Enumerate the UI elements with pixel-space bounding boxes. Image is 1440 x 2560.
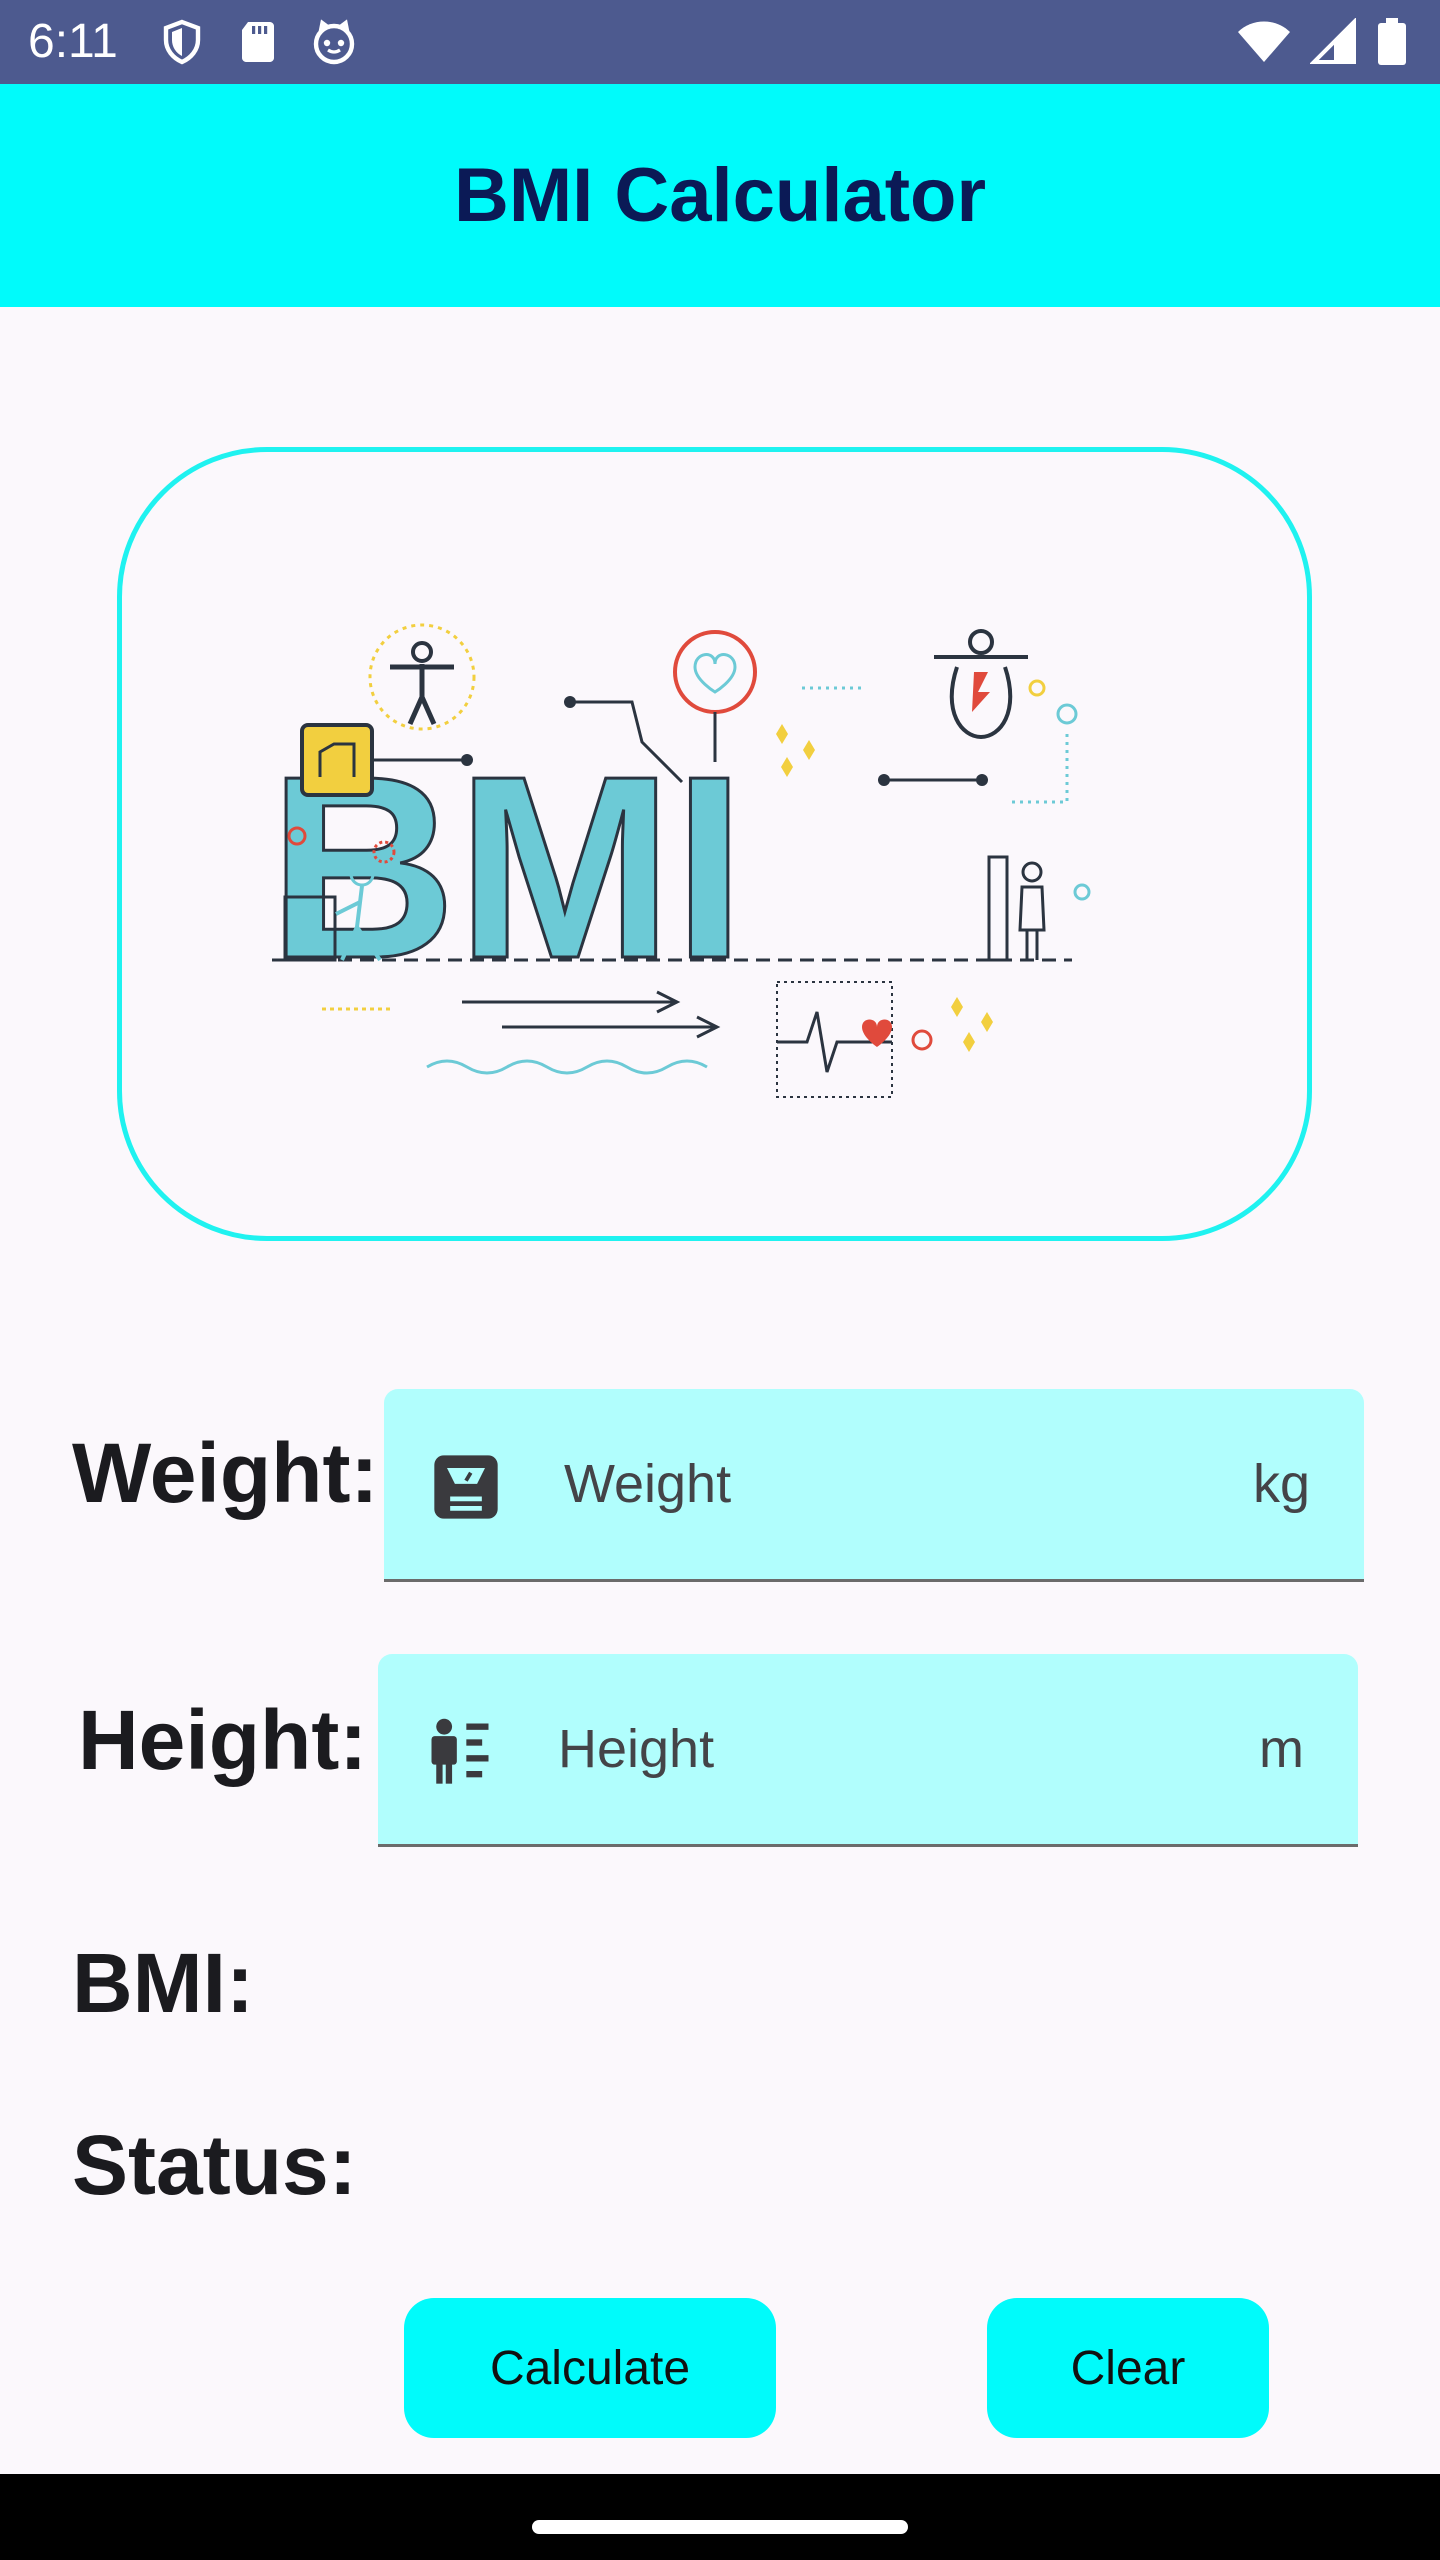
weight-unit: kg (1252, 1454, 1310, 1514)
wifi-icon (1238, 21, 1290, 62)
navigation-bar (0, 2474, 1440, 2560)
app-bar: BMI Calculator (0, 84, 1440, 307)
bmi-illustration-icon: BMI (267, 623, 1091, 1098)
scale-icon (434, 1455, 498, 1519)
weight-field[interactable]: kg (384, 1389, 1364, 1582)
battery-icon (1378, 18, 1406, 65)
signal-icon (1310, 18, 1356, 64)
height-measure-icon (431, 1718, 489, 1784)
height-input[interactable] (558, 1654, 1158, 1844)
bmi-result-label: BMI: (72, 1936, 254, 2030)
clear-button[interactable]: Clear (987, 2298, 1269, 2438)
app-title: BMI Calculator (453, 153, 987, 238)
status-icons (1236, 18, 1408, 66)
home-gesture-handle[interactable] (532, 2520, 908, 2534)
sd-card-icon (242, 22, 274, 62)
status-result-label: Status: (72, 2118, 357, 2212)
height-field[interactable]: m (378, 1654, 1358, 1847)
status-bar: 6:11 (0, 0, 1440, 84)
height-unit: m (1259, 1719, 1304, 1779)
weight-input[interactable] (564, 1389, 1164, 1579)
calculate-button[interactable]: Calculate (404, 2298, 776, 2438)
height-label: Height: (78, 1693, 368, 1787)
bmi-illustration-card: BMI (117, 447, 1312, 1241)
weight-label: Weight: (72, 1426, 379, 1520)
shield-icon (163, 19, 201, 65)
status-time: 6:11 (28, 15, 118, 68)
cat-icon (313, 19, 355, 65)
